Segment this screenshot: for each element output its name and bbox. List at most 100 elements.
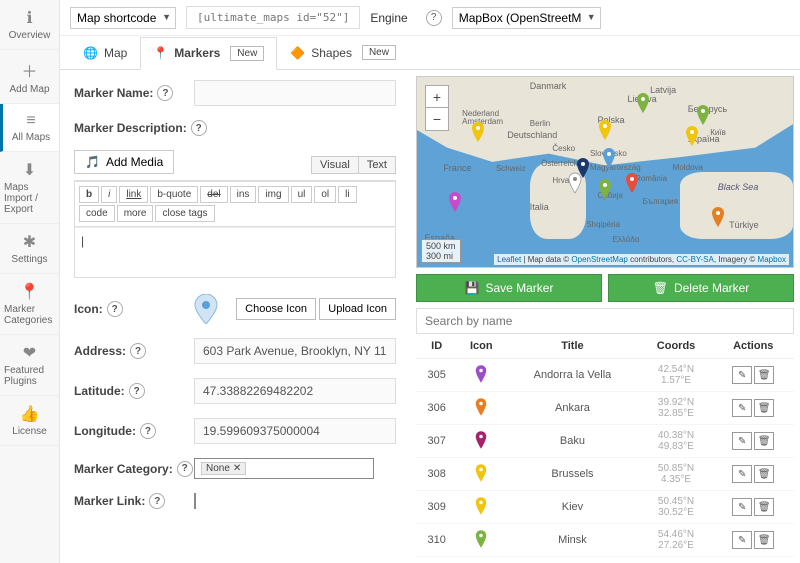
delete-button[interactable]: 🗑 [754,432,774,450]
col-icon[interactable]: Icon [457,334,505,359]
delete-button[interactable]: 🗑 [754,465,774,483]
zoom-out-button[interactable]: − [426,108,448,130]
latitude-input[interactable] [194,378,396,404]
remove-tag-icon[interactable]: ✕ [233,463,241,474]
map-label: Deutschland [507,130,557,140]
table-row[interactable]: 308 Brussels 50.85°N4.35°E ✎🗑 [416,458,794,491]
category-tag[interactable]: None✕ [201,462,246,475]
edit-button[interactable]: ✎ [732,498,752,516]
help-icon[interactable]: ? [177,461,193,477]
map-pin[interactable] [567,172,583,194]
new-badge[interactable]: New [230,46,264,61]
toolbar-code[interactable]: code [79,205,115,222]
sidebar-item-featured-plugins[interactable]: ❤Featured Plugins [0,335,59,396]
toolbar-img[interactable]: img [258,186,288,203]
shortcode-display[interactable]: [ultimate_maps id="52"] [186,6,360,29]
sidebar-item-settings[interactable]: ✱Settings [0,224,59,274]
help-icon[interactable]: ? [107,301,123,317]
delete-button[interactable]: 🗑 [754,531,774,549]
toolbar-ins[interactable]: ins [230,186,257,203]
edit-button[interactable]: ✎ [732,531,752,549]
edit-button[interactable]: ✎ [732,366,752,384]
delete-button[interactable]: 🗑 [754,498,774,516]
col-actions[interactable]: Actions [712,334,794,359]
sidebar-item-overview[interactable]: ℹOverview [0,0,59,50]
edit-button[interactable]: ✎ [732,432,752,450]
map-pin[interactable] [597,178,613,200]
add-media-button[interactable]: 🎵Add Media [74,150,174,174]
toolbar-more[interactable]: more [117,205,154,222]
editor-tab-text[interactable]: Text [358,156,396,174]
tab-map[interactable]: 🌐Map [70,37,140,69]
table-row[interactable]: 309 Kiev 50.45°N30.52°E ✎🗑 [416,491,794,524]
map-pin[interactable] [695,104,711,126]
edit-button[interactable]: ✎ [732,399,752,417]
cc-link[interactable]: CC-BY-SA [676,255,714,264]
delete-button[interactable]: 🗑 [754,399,774,417]
map-pin[interactable] [447,191,463,213]
map-pin[interactable] [470,121,486,143]
save-marker-button[interactable]: 💾Save Marker [416,274,602,302]
delete-button[interactable]: 🗑 [754,366,774,384]
map-pin[interactable] [624,172,640,194]
toolbar-link[interactable]: link [119,186,148,203]
editor-textarea[interactable]: | [75,227,395,277]
help-icon[interactable]: ? [157,85,173,101]
engine-select[interactable]: MapBox (OpenStreetM [452,7,601,29]
address-input[interactable] [194,338,396,364]
map-pin[interactable] [601,147,617,169]
toolbar-b[interactable]: b [79,186,99,203]
toolbar-bquote[interactable]: b-quote [150,186,198,203]
download-icon: ⬇ [23,160,36,180]
toolbar-del[interactable]: del [200,186,227,203]
osm-link[interactable]: OpenStreetMap [571,255,627,264]
toolbar-ul[interactable]: ul [291,186,313,203]
map-preview[interactable]: Danmark Latvija Lietuva Беларусь Polska … [416,76,794,268]
col-title[interactable]: Title [505,334,639,359]
sidebar-item-import-export[interactable]: ⬇Maps Import / Export [0,152,59,224]
sidebar-item-marker-categories[interactable]: 📍Marker Categories [0,274,59,335]
marker-link-checkbox[interactable] [194,493,196,509]
toolbar-close-tags[interactable]: close tags [155,205,214,222]
new-badge[interactable]: New [362,45,396,60]
marker-search-input[interactable] [416,308,794,334]
toolbar-li[interactable]: li [338,186,356,203]
map-pin[interactable] [597,119,613,141]
longitude-input[interactable] [194,418,396,444]
tab-markers[interactable]: 📍MarkersNew [140,37,277,70]
shortcode-type-select[interactable]: Map shortcode [70,7,176,29]
sidebar-item-add-map[interactable]: ＋Add Map [0,50,59,104]
map-pin[interactable] [635,92,651,114]
help-icon[interactable]: ? [130,343,146,359]
toolbar-ol[interactable]: ol [314,186,336,203]
help-icon[interactable]: ? [191,120,207,136]
map-pin[interactable] [710,206,726,228]
mapbox-link[interactable]: Mapbox [758,255,786,264]
tab-shapes[interactable]: 🔶ShapesNew [277,36,409,69]
help-icon[interactable]: ? [149,493,165,509]
help-icon[interactable]: ? [140,423,156,439]
choose-icon-button[interactable]: Choose Icon [236,298,316,320]
sidebar-item-license[interactable]: 👍License [0,396,59,446]
marker-category-select[interactable]: None✕ [194,458,374,479]
delete-marker-button[interactable]: 🗑Delete Marker [608,274,794,302]
map-pin[interactable] [684,125,700,147]
help-icon[interactable]: ? [129,383,145,399]
edit-button[interactable]: ✎ [732,465,752,483]
table-row[interactable]: 306 Ankara 39.92°N32.85°E ✎🗑 [416,392,794,425]
zoom-in-button[interactable]: + [426,86,448,108]
col-id[interactable]: ID [416,334,457,359]
leaflet-link[interactable]: Leaflet [497,255,521,264]
table-row[interactable]: 305 Andorra la Vella 42.54°N1.57°E ✎🗑 [416,359,794,392]
map-attribution: Leaflet | Map data © OpenStreetMap contr… [494,254,789,265]
table-row[interactable]: 307 Baku 40.38°N49.83°E ✎🗑 [416,425,794,458]
table-row[interactable]: 310 Minsk 54.46°N27.26°E ✎🗑 [416,524,794,557]
marker-name-input[interactable] [194,80,396,106]
help-icon[interactable]: ? [426,10,442,26]
toolbar-i[interactable]: i [101,186,117,203]
col-coords[interactable]: Coords [640,334,713,359]
editor-tab-visual[interactable]: Visual [311,156,359,174]
sidebar-item-all-maps[interactable]: ≡All Maps [0,104,59,152]
upload-icon-button[interactable]: Upload Icon [319,298,396,320]
cell-actions: ✎🗑 [712,359,794,392]
